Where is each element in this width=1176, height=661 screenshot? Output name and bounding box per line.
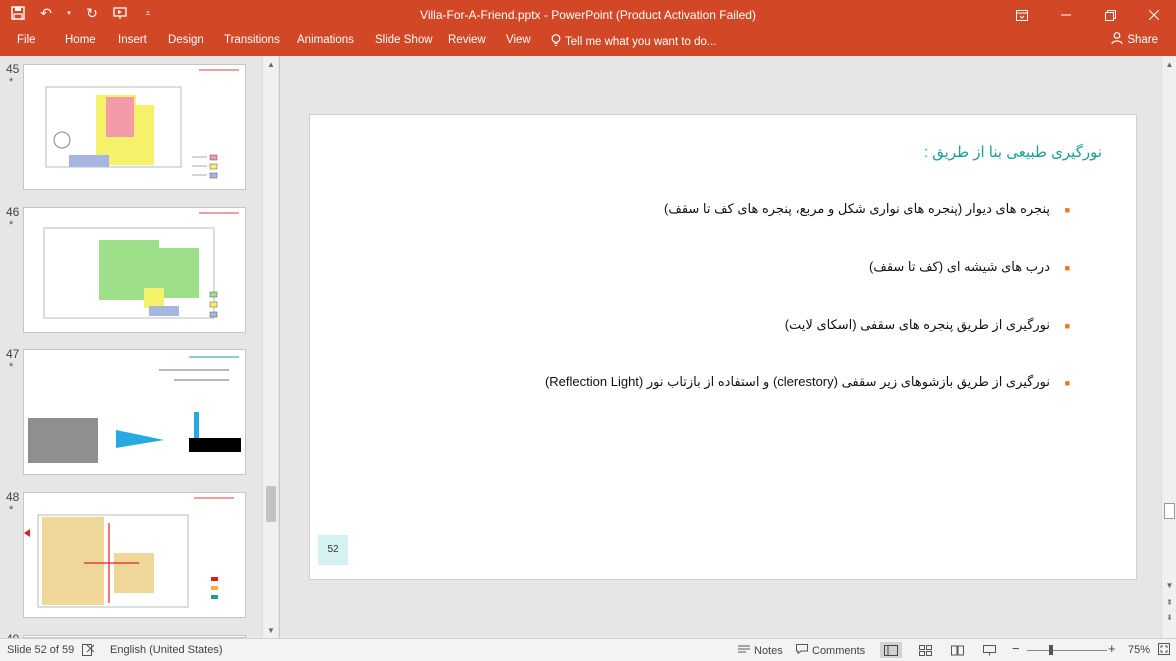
thumbnail-number: 47 — [6, 347, 20, 361]
bullet-marker-icon: ■ — [1064, 263, 1070, 273]
notes-button[interactable]: Notes — [738, 644, 783, 657]
restore-icon[interactable] — [1088, 0, 1132, 30]
slide-counter: Slide 52 of 59 — [7, 644, 75, 656]
animation-star-icon: * — [9, 76, 14, 88]
bullet-item[interactable]: درب های شیشه ای (کف تا سقف) — [869, 259, 1050, 275]
scroll-thumb[interactable] — [266, 486, 276, 522]
bullet-item[interactable]: نورگیری از طریق بازشوهای زیر سقفی (clere… — [545, 374, 1050, 390]
bullet-item[interactable]: نورگیری از طریق پنجره های سقفی (اسکای لا… — [785, 317, 1050, 333]
tab-insert[interactable]: Insert — [118, 34, 147, 46]
thumbnail-slide-46[interactable] — [23, 207, 246, 333]
next-slide-icon[interactable]: ⇟ — [1162, 611, 1176, 625]
animation-star-icon: * — [9, 504, 14, 516]
thumbnail-number: 46 — [6, 205, 20, 219]
tab-home[interactable]: Home — [65, 34, 96, 46]
previous-slide-icon[interactable]: ⇞ — [1162, 596, 1176, 610]
scroll-thumb[interactable] — [1164, 503, 1175, 519]
normal-view-icon[interactable] — [880, 642, 902, 658]
minimize-icon[interactable] — [1044, 0, 1088, 30]
scroll-up-icon[interactable]: ▲ — [1162, 58, 1176, 72]
thumbnail-slide-47[interactable] — [23, 349, 246, 475]
thumbnail-number: 45 — [6, 62, 20, 76]
comments-label: Comments — [812, 644, 866, 657]
comment-icon — [796, 644, 808, 657]
thumbnail-slide-48[interactable] — [23, 492, 246, 618]
tab-slide-show[interactable]: Slide Show — [375, 34, 433, 46]
ribbon-tabs: File Home Insert Design Transitions Anim… — [0, 30, 1176, 56]
tell-me-text: Tell me what you want to do... — [565, 36, 717, 48]
tab-review[interactable]: Review — [448, 34, 486, 46]
floor-plan-image — [45, 69, 239, 179]
bullet-marker-icon: ■ — [1064, 205, 1070, 215]
zoom-in-icon[interactable]: + — [1108, 641, 1116, 656]
tab-file[interactable]: File — [17, 34, 36, 46]
tab-animations[interactable]: Animations — [297, 34, 354, 46]
floor-plan-image — [43, 212, 239, 319]
slide-sorter-view-icon[interactable] — [914, 642, 936, 658]
tab-view[interactable]: View — [506, 34, 531, 46]
slide-editing-area: نورگیری طبیعی بنا از طریق : ■ پنجره های … — [281, 56, 1161, 638]
tell-me-box[interactable]: Tell me what you want to do... — [551, 34, 717, 50]
tab-transitions[interactable]: Transitions — [224, 34, 280, 46]
scroll-down-icon[interactable]: ▼ — [1162, 579, 1176, 593]
slide-title[interactable]: نورگیری طبیعی بنا از طریق : — [924, 143, 1102, 161]
notes-label: Notes — [754, 644, 783, 657]
thumbnail-scrollbar[interactable]: ▲ ▼ — [262, 56, 278, 638]
share-label: Share — [1127, 33, 1158, 46]
animation-star-icon: * — [9, 219, 14, 231]
title-bar: ↶ ▾ ↻ ⩡ Villa-For-A-Friend.pptx - PowerP… — [0, 0, 1176, 30]
spell-check-icon[interactable] — [82, 644, 95, 656]
circulation-plan-image — [24, 497, 234, 608]
bullet-marker-icon: ■ — [1064, 378, 1070, 388]
bullet-marker-icon: ■ — [1064, 321, 1070, 331]
close-icon[interactable] — [1132, 0, 1176, 30]
fit-to-window-icon[interactable] — [1158, 643, 1170, 655]
tab-design[interactable]: Design — [168, 34, 204, 46]
lightbulb-icon — [551, 34, 561, 50]
language-indicator[interactable]: English (United States) — [110, 644, 223, 656]
slide-number-box[interactable]: 52 — [318, 535, 348, 565]
zoom-level[interactable]: 75% — [1128, 644, 1150, 656]
comments-button[interactable]: Comments — [796, 644, 865, 657]
window-controls — [1000, 0, 1176, 30]
bullet-item[interactable]: پنجره های دیوار (پنجره های نواری شکل و م… — [664, 201, 1050, 217]
reading-view-icon[interactable] — [946, 642, 968, 658]
slide-thumbnail-pane: 45 * 46 * 47 * 48 * ▲ ▼ — [0, 56, 280, 646]
zoom-out-icon[interactable]: − — [1012, 641, 1020, 656]
scroll-down-icon[interactable]: ▼ — [263, 624, 279, 638]
slide-show-view-icon[interactable] — [978, 642, 1000, 658]
scroll-up-icon[interactable]: ▲ — [263, 58, 279, 72]
ribbon-display-options-icon[interactable] — [1000, 0, 1044, 30]
thumbnail-number: 48 — [6, 490, 20, 504]
animation-star-icon: * — [9, 361, 14, 373]
zoom-slider-thumb[interactable] — [1049, 645, 1053, 655]
slide-scrollbar[interactable]: ▲ ▼ ⇞ ⇟ — [1161, 56, 1176, 638]
share-button[interactable]: Share — [1111, 32, 1158, 47]
current-slide[interactable]: نورگیری طبیعی بنا از طریق : ■ پنجره های … — [309, 114, 1137, 580]
person-icon — [1111, 32, 1123, 47]
notes-icon — [738, 644, 750, 657]
status-bar: Slide 52 of 59 English (United States) N… — [0, 638, 1176, 661]
thumbnail-slide-45[interactable] — [23, 64, 246, 190]
ramp-diagram-image — [28, 356, 241, 463]
zoom-slider[interactable] — [1027, 650, 1107, 651]
